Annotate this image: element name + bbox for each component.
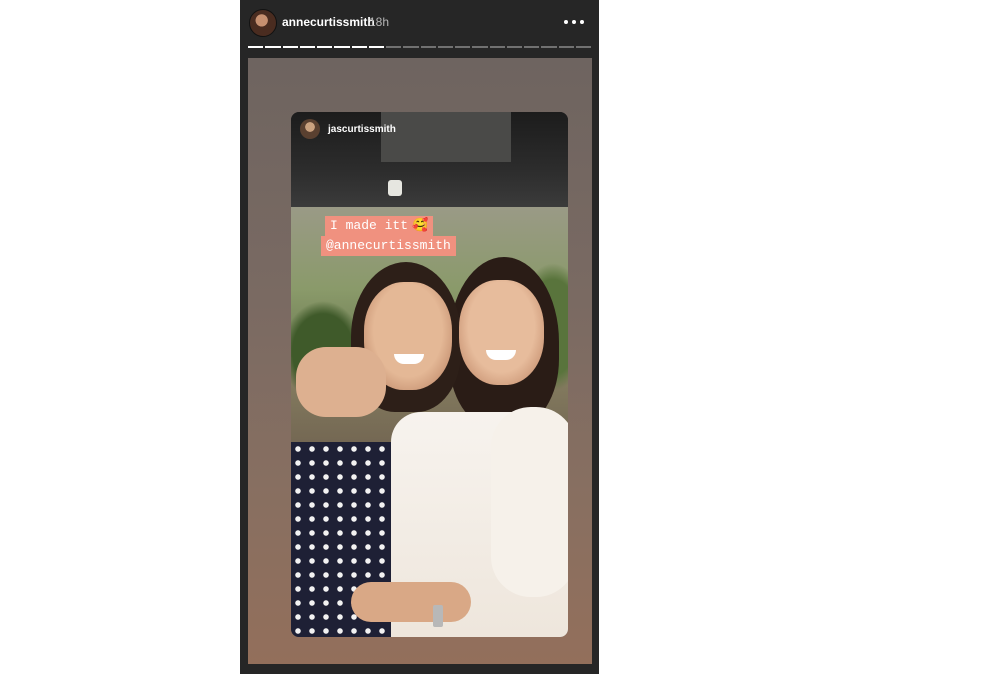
photo-light bbox=[388, 180, 402, 196]
photo-puff-sleeve bbox=[491, 407, 568, 597]
more-dot bbox=[572, 20, 576, 24]
caption-line: I made itt 🥰 bbox=[325, 216, 434, 236]
progress-segment[interactable] bbox=[575, 46, 591, 48]
progress-segment[interactable] bbox=[558, 46, 574, 48]
reshared-avatar[interactable] bbox=[300, 119, 320, 139]
story-content[interactable]: jascurtissmith I made itt 🥰 @annecurtissm… bbox=[248, 58, 592, 664]
progress-segment[interactable] bbox=[317, 46, 333, 48]
story-progress-bars bbox=[248, 46, 591, 48]
progress-segment[interactable] bbox=[472, 46, 488, 48]
progress-segment[interactable] bbox=[265, 46, 281, 48]
story-avatar[interactable] bbox=[249, 9, 277, 37]
more-dot bbox=[580, 20, 584, 24]
caption-text: I made itt bbox=[330, 218, 409, 233]
reshared-post-card[interactable]: jascurtissmith I made itt 🥰 @annecurtissm… bbox=[291, 112, 568, 637]
photo-hands bbox=[351, 582, 471, 622]
progress-segment[interactable] bbox=[299, 46, 315, 48]
progress-segment[interactable] bbox=[386, 46, 402, 48]
photo-skylight bbox=[381, 112, 511, 162]
story-caption: I made itt 🥰 @annecurtissmith bbox=[321, 216, 501, 256]
progress-segment[interactable] bbox=[420, 46, 436, 48]
progress-segment[interactable] bbox=[282, 46, 298, 48]
progress-segment[interactable] bbox=[334, 46, 350, 48]
story-header: annecurtissmith 18h bbox=[240, 0, 599, 46]
more-horizontal-icon bbox=[564, 20, 568, 24]
progress-segment[interactable] bbox=[506, 46, 522, 48]
progress-segment[interactable] bbox=[524, 46, 540, 48]
reshared-username[interactable]: jascurtissmith bbox=[328, 124, 396, 135]
photo-watch bbox=[433, 605, 443, 627]
photo-person-face bbox=[459, 280, 544, 385]
story-username[interactable]: annecurtissmith bbox=[282, 15, 375, 29]
progress-segment[interactable] bbox=[541, 46, 557, 48]
photo-arm bbox=[296, 347, 386, 417]
progress-segment[interactable] bbox=[455, 46, 471, 48]
mention-tag[interactable]: @annecurtissmith bbox=[321, 236, 456, 256]
progress-segment[interactable] bbox=[403, 46, 419, 48]
progress-segment[interactable] bbox=[437, 46, 453, 48]
progress-segment[interactable] bbox=[248, 46, 264, 48]
progress-segment[interactable] bbox=[368, 46, 384, 48]
progress-segment[interactable] bbox=[351, 46, 367, 48]
progress-segment[interactable] bbox=[489, 46, 505, 48]
more-options-button[interactable] bbox=[561, 9, 587, 35]
story-viewer: annecurtissmith 18h jascurtissmith I mad… bbox=[240, 0, 599, 674]
smiling-hearts-emoji: 🥰 bbox=[412, 218, 429, 233]
story-timestamp: 18h bbox=[369, 15, 390, 29]
